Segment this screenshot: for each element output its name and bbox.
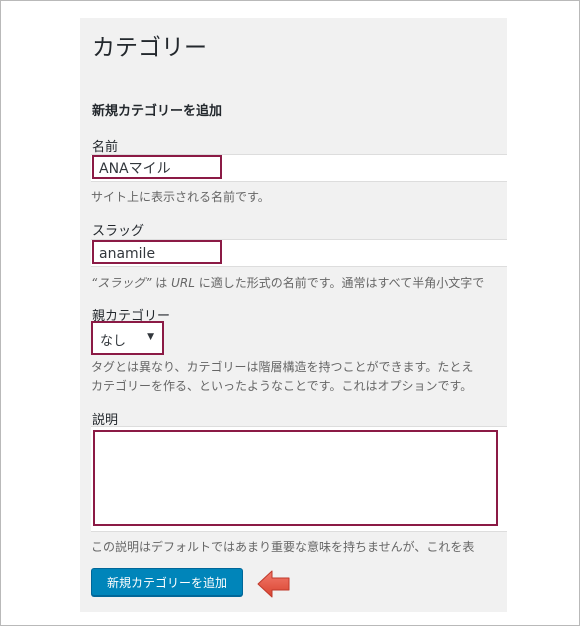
slug-help-mid: は bbox=[151, 276, 172, 290]
screenshot-frame: カテゴリー 新規カテゴリーを追加 名前 ANAマイル サイト上に表示される名前で… bbox=[0, 0, 580, 626]
parent-select-value: なし bbox=[100, 334, 127, 349]
triangle-down-icon: ▼ bbox=[147, 332, 154, 342]
slug-help: “スラッグ” は URL に適した形式の名前です。通常はすべて半角小文字で bbox=[91, 274, 484, 291]
add-category-panel: カテゴリー 新規カテゴリーを追加 名前 ANAマイル サイト上に表示される名前で… bbox=[80, 18, 507, 612]
slug-help-rest: に適した形式の名前です。通常はすべて半角小文字で bbox=[194, 276, 485, 290]
page-title: カテゴリー bbox=[92, 35, 207, 61]
slug-label: スラッグ bbox=[92, 224, 145, 239]
section-title: 新規カテゴリーを追加 bbox=[92, 104, 223, 119]
parent-help-line1: タグとは異なり、カテゴリーは階層構造を持つことができます。たとえ bbox=[91, 360, 474, 374]
description-help: この説明はデフォルトではあまり重要な意味を持ちませんが、これを表 bbox=[91, 540, 475, 554]
name-label: 名前 bbox=[92, 140, 119, 155]
add-category-button[interactable]: 新規カテゴリーを追加 bbox=[91, 568, 243, 596]
slug-help-term: スラッグ bbox=[97, 276, 146, 290]
description-textarea[interactable] bbox=[93, 430, 498, 526]
slug-help-url: URL bbox=[171, 276, 195, 290]
name-help: サイト上に表示される名前です。 bbox=[91, 190, 270, 204]
parent-select[interactable]: なし ▼ bbox=[91, 321, 164, 355]
slug-input[interactable]: anamile bbox=[92, 240, 222, 264]
arrow-left-icon bbox=[257, 570, 290, 598]
name-input[interactable]: ANAマイル bbox=[92, 155, 222, 179]
parent-help-line2: カテゴリーを作る、といったようなことです。これはオプションです。 bbox=[91, 379, 473, 393]
